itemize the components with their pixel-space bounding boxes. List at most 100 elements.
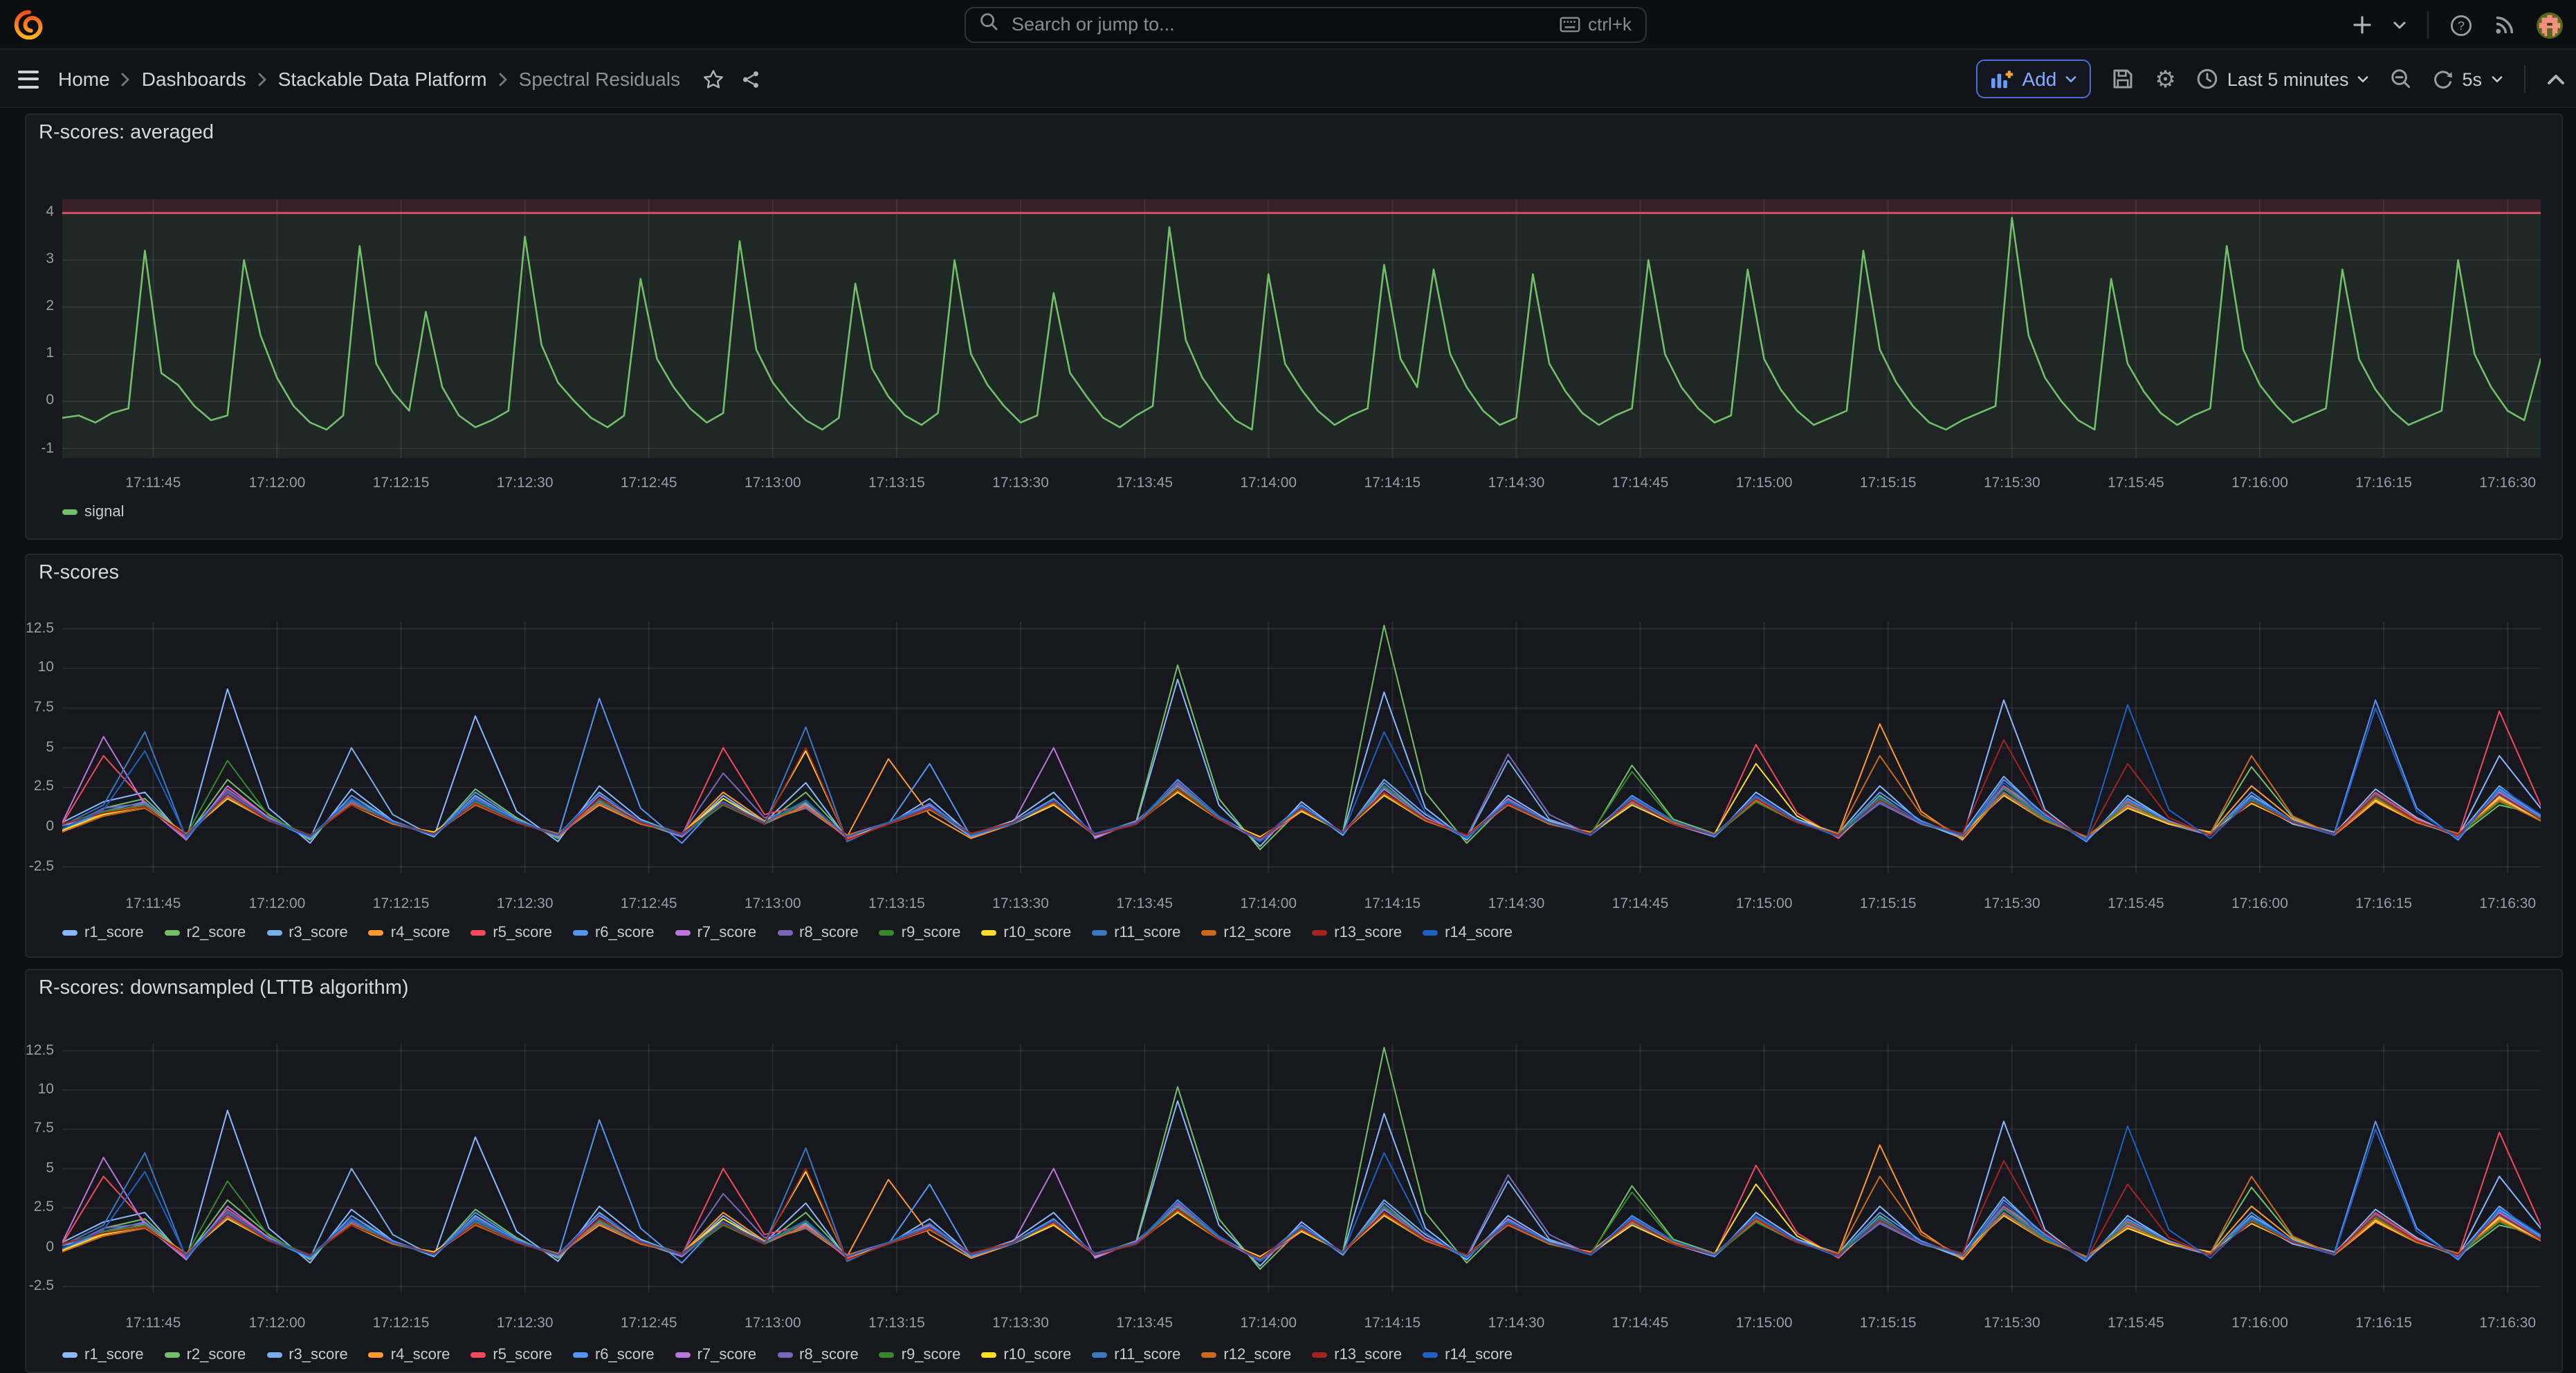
x-axis-tick-label: 17:13:00 [726, 475, 820, 491]
legend-item-r6_score[interactable]: r6_score [573, 925, 655, 941]
legend-swatch [266, 1352, 282, 1357]
share-icon[interactable] [740, 69, 760, 89]
legend-item-r7_score[interactable]: r7_score [675, 1347, 757, 1363]
kiosk-caret-up-icon[interactable] [2546, 73, 2565, 85]
legend-item-r14_score[interactable]: r14_score [1423, 925, 1513, 941]
menu-hamburger-icon[interactable] [15, 67, 42, 91]
chart-area[interactable] [62, 621, 2541, 873]
search-box[interactable]: ctrl+k [965, 6, 1647, 42]
time-range-picker[interactable]: Last 5 minutes [2197, 68, 2370, 90]
legend-item-r2_score[interactable]: r2_score [165, 1347, 246, 1363]
legend-swatch [1092, 1352, 1107, 1357]
panel-title[interactable]: R-scores: averaged [39, 122, 214, 144]
legend-item-r10_score[interactable]: r10_score [981, 1347, 1071, 1363]
legend-swatch [1423, 1352, 1438, 1357]
legend-label: r11_score [1114, 1347, 1180, 1363]
legend-item-r6_score[interactable]: r6_score [573, 1347, 655, 1363]
y-axis-tick-label: 12.5 [26, 1042, 54, 1058]
news-rss-icon[interactable] [2493, 14, 2515, 36]
legend-item-r4_score[interactable]: r4_score [369, 1347, 450, 1363]
panel-title[interactable]: R-scores: downsampled (LTTB algorithm) [39, 977, 409, 999]
chart-area[interactable] [62, 199, 2541, 458]
legend-item-r8_score[interactable]: r8_score [777, 1347, 859, 1363]
legend-item-r1_score[interactable]: r1_score [62, 925, 144, 941]
legend-swatch [165, 1352, 180, 1357]
save-dashboard-icon[interactable] [2112, 68, 2134, 90]
x-axis-tick-label: 17:14:15 [1345, 475, 1439, 491]
x-axis-tick-label: 17:13:30 [974, 475, 1068, 491]
legend-item-r12_score[interactable]: r12_score [1201, 1347, 1291, 1363]
legend-item-r4_score[interactable]: r4_score [369, 925, 450, 941]
y-axis-tick-label: 1 [46, 345, 54, 362]
breadcrumb-dashboards[interactable]: Dashboards [142, 68, 246, 90]
y-axis-tick-label: 5 [46, 1160, 54, 1176]
legend-item-r3_score[interactable]: r3_score [266, 1347, 348, 1363]
chart-area[interactable] [62, 1043, 2541, 1292]
legend-item-r2_score[interactable]: r2_score [165, 925, 246, 941]
favorite-star-icon[interactable] [702, 69, 723, 89]
legend-item-r9_score[interactable]: r9_score [879, 1347, 961, 1363]
x-axis-tick-label: 17:14:30 [1469, 1315, 1563, 1331]
time-series-chart[interactable] [62, 1043, 2541, 1292]
legend-item-signal[interactable]: signal [62, 504, 125, 520]
y-axis: 12.5107.552.50-2.5 [26, 1043, 58, 1292]
y-axis-tick-label: -2.5 [29, 858, 54, 875]
add-button[interactable]: Add [1977, 60, 2092, 98]
new-plus-button[interactable] [2352, 15, 2371, 35]
legend-item-r11_score[interactable]: r11_score [1092, 925, 1180, 941]
x-axis-tick-label: 17:16:30 [2460, 895, 2555, 912]
legend-swatch [573, 1352, 588, 1357]
user-avatar[interactable] [2536, 12, 2562, 38]
x-axis-tick-label: 17:12:30 [478, 475, 572, 491]
legend-label: r8_score [799, 1347, 859, 1363]
legend-swatch [777, 1352, 792, 1357]
legend-item-r9_score[interactable]: r9_score [879, 925, 961, 941]
y-axis-tick-label: 0 [46, 392, 54, 409]
new-chevron-down-icon[interactable] [2392, 19, 2406, 30]
x-axis-tick-label: 17:16:00 [2213, 475, 2307, 491]
legend-item-r5_score[interactable]: r5_score [471, 1347, 552, 1363]
x-axis: 17:11:4517:12:0017:12:1517:12:3017:12:45… [62, 895, 2541, 915]
breadcrumb-folder[interactable]: Stackable Data Platform [278, 68, 487, 90]
legend: r1_score r2_score r3_score r4_score r5_score… [62, 1347, 2548, 1363]
legend-item-r10_score[interactable]: r10_score [981, 925, 1071, 941]
chevron-right-icon [498, 71, 508, 87]
zoom-out-icon[interactable] [2390, 68, 2412, 90]
chevron-down-icon [2490, 74, 2503, 84]
legend-item-r8_score[interactable]: r8_score [777, 925, 859, 941]
x-axis-tick-label: 17:12:00 [230, 1315, 324, 1331]
legend-item-r3_score[interactable]: r3_score [266, 925, 348, 941]
legend-swatch [62, 509, 77, 514]
x-axis-tick-label: 17:11:45 [106, 895, 200, 912]
refresh-picker[interactable]: 5s [2433, 69, 2503, 89]
x-axis-tick-label: 17:13:15 [850, 1315, 944, 1331]
legend-label: r6_score [595, 1347, 655, 1363]
y-axis-tick-label: 7.5 [34, 699, 54, 716]
legend-item-r13_score[interactable]: r13_score [1312, 1347, 1402, 1363]
x-axis-tick-label: 17:16:15 [2337, 1315, 2431, 1331]
legend-swatch [1201, 1352, 1216, 1357]
legend-item-r14_score[interactable]: r14_score [1423, 1347, 1513, 1363]
legend-item-r11_score[interactable]: r11_score [1092, 1347, 1180, 1363]
top-header: ctrl+k ? [0, 0, 2576, 50]
legend-label: r2_score [187, 925, 246, 941]
help-icon[interactable]: ? [2449, 13, 2472, 37]
legend-item-r13_score[interactable]: r13_score [1312, 925, 1402, 941]
time-series-chart[interactable] [62, 199, 2541, 458]
grafana-logo-icon[interactable] [14, 10, 44, 40]
x-axis-tick-label: 17:13:45 [1097, 895, 1191, 912]
legend-item-r1_score[interactable]: r1_score [62, 1347, 144, 1363]
legend-swatch [879, 930, 895, 935]
search-shortcut: ctrl+k [1559, 14, 1632, 35]
x-axis-tick-label: 17:15:45 [2089, 1315, 2183, 1331]
legend-item-r7_score[interactable]: r7_score [675, 925, 757, 941]
y-axis-tick-label: 10 [38, 660, 54, 676]
time-series-chart[interactable] [62, 621, 2541, 873]
panel-title[interactable]: R-scores [39, 562, 119, 584]
breadcrumb-home[interactable]: Home [58, 68, 110, 90]
search-input[interactable] [1009, 12, 1548, 36]
legend-item-r12_score[interactable]: r12_score [1201, 925, 1291, 941]
dashboard-settings-gear-icon[interactable]: ⚙ [2155, 67, 2176, 91]
x-axis-tick-label: 17:14:45 [1593, 1315, 1688, 1331]
legend-item-r5_score[interactable]: r5_score [471, 925, 552, 941]
